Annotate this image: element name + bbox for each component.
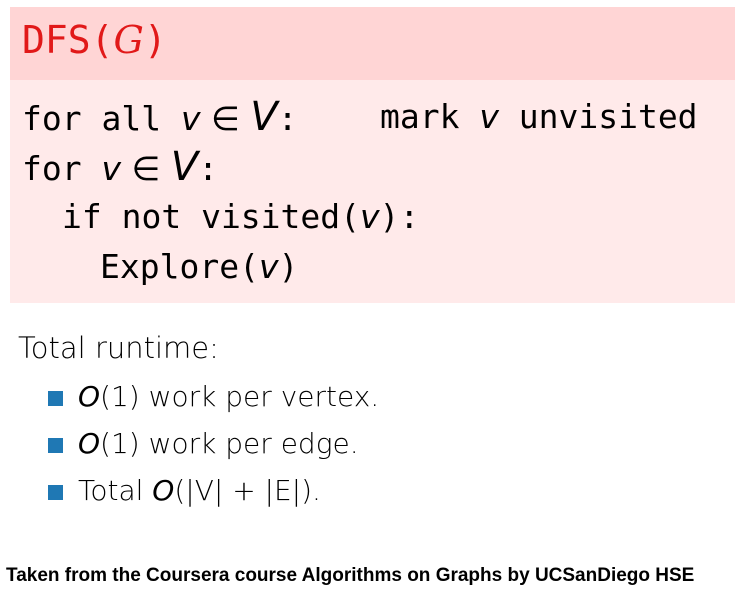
item-description: . [312,474,321,507]
code-colon: : [277,99,298,138]
code-variable: v [101,149,122,188]
title-close: ) [143,18,167,62]
list-item-text: O(1) work per edge. [78,422,359,466]
big-o-symbol: O [152,474,175,507]
item-description: work per edge. [139,427,359,460]
code-line-1-action: mark v unvisited [380,93,698,141]
algorithm-title: DFS(G) [22,14,167,66]
code-keyword: for [22,149,102,188]
square-bullet-icon [48,438,63,453]
big-o-symbol: O [78,427,101,460]
code-keyword: Explore( [100,247,259,286]
list-item-text: Total O(|V| + |E|). [78,469,321,513]
code-set: V [170,144,199,190]
code-line-2: for v ∈ V: [22,143,218,193]
square-bullet-icon [48,391,63,406]
complexity-arg: (1) [100,427,140,460]
code-keyword: if not visited( [62,197,361,236]
runtime-heading: Total runtime: [18,331,219,365]
code-set: V [250,94,278,140]
source-caption: Taken from the Coursera course Algorithm… [6,565,695,586]
code-variable: v [180,99,201,138]
code-relation: ∈ [121,149,171,188]
algorithm-header: DFS(G) [10,7,735,80]
code-line-3: if not visited(v): [62,193,419,241]
complexity-arg: (1) [100,380,140,413]
code-keyword: for all [22,99,181,138]
complexity-arg: (|V| + |E|) [174,474,313,507]
code-keyword: mark [380,97,480,136]
code-close: ): [379,197,420,236]
code-line-1: for all v ∈ V: [22,93,297,143]
code-variable: v [479,97,499,136]
algorithm-block: DFS(G) for all v ∈ V: mark v unvisited f… [10,7,735,303]
algorithm-body: for all v ∈ V: mark v unvisited for v ∈ … [10,80,735,303]
square-bullet-icon [48,485,63,500]
code-line-4: Explore(v) [100,243,298,291]
big-o-symbol: O [78,380,101,413]
code-close: ) [278,247,299,286]
list-item-text: O(1) work per vertex. [78,375,379,419]
item-prefix: Total [78,474,153,507]
code-variable: v [360,197,380,236]
code-variable: v [258,247,279,286]
code-colon: : [198,149,218,188]
code-text: unvisited [498,97,698,136]
title-name: DFS( [22,18,114,62]
code-relation: ∈ [200,99,251,138]
title-arg: G [113,18,144,62]
item-description: work per vertex. [139,380,380,413]
